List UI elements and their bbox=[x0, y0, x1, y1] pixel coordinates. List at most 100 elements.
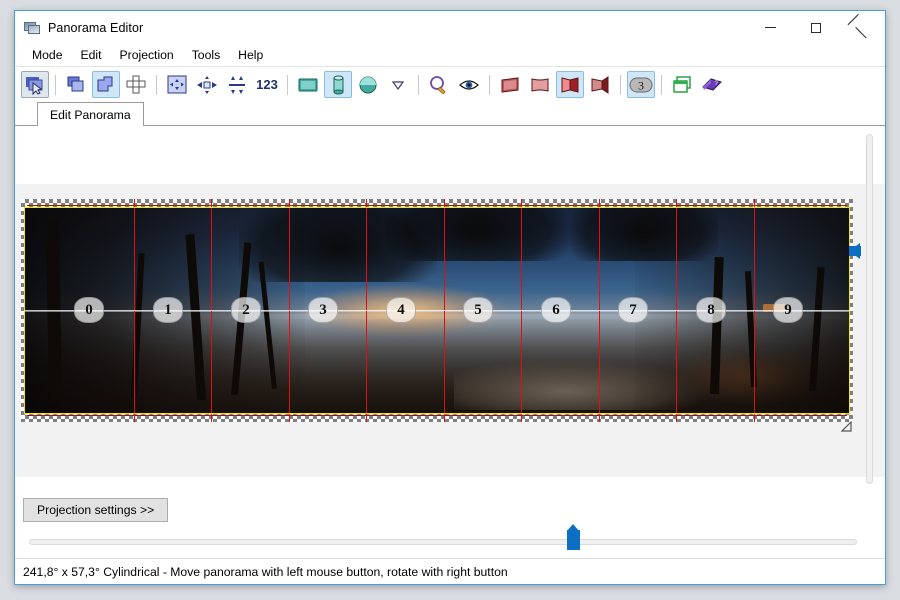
horizontal-pan-slider-thumb[interactable] bbox=[567, 524, 580, 550]
image-marker-label: 8 bbox=[707, 301, 715, 318]
screen-root: Panorama Editor Mode Edit Projection Too… bbox=[0, 0, 900, 600]
help-book-button[interactable]: ? bbox=[698, 71, 726, 98]
menu-bar: Mode Edit Projection Tools Help bbox=[15, 44, 885, 67]
window-title: Panorama Editor bbox=[48, 20, 144, 35]
fit-expand-icon bbox=[167, 75, 187, 93]
image-marker-label: 1 bbox=[164, 301, 172, 318]
panorama-frame[interactable]: 0 1 2 3 4 5 6 7 8 9 bbox=[21, 199, 853, 432]
sphere-projection-icon bbox=[359, 76, 377, 93]
numbering-tool[interactable]: 123 bbox=[253, 71, 281, 98]
status-bar-text: 241,8° x 57,3° Cylindrical - Move panora… bbox=[23, 564, 508, 579]
title-bar: Panorama Editor bbox=[15, 11, 885, 44]
new-window-button[interactable] bbox=[668, 71, 696, 98]
image-marker-4[interactable]: 4 bbox=[386, 297, 416, 323]
red-quad-fold-icon bbox=[561, 76, 579, 93]
menu-mode[interactable]: Mode bbox=[32, 46, 72, 65]
drag-mode-a[interactable] bbox=[496, 71, 524, 98]
menu-tools[interactable]: Tools bbox=[192, 46, 229, 65]
image-marker-0[interactable]: 0 bbox=[74, 297, 104, 323]
tab-edit-panorama-label: Edit Panorama bbox=[50, 107, 131, 122]
bottom-controls: Projection settings >> bbox=[15, 492, 885, 558]
projection-settings-label: Projection settings >> bbox=[37, 503, 155, 517]
drag-mode-b[interactable] bbox=[526, 71, 554, 98]
center-horizontal-icon bbox=[197, 75, 217, 94]
panorama-canvas[interactable]: 0 1 2 3 4 5 6 7 8 9 bbox=[15, 126, 885, 492]
image-marker-label: 2 bbox=[242, 301, 250, 318]
projection-spherical[interactable] bbox=[354, 71, 382, 98]
rectangle-projection-icon bbox=[298, 78, 318, 91]
projection-rectilinear[interactable] bbox=[294, 71, 322, 98]
image-marker-label: 9 bbox=[784, 301, 792, 318]
toolbar-separator bbox=[55, 74, 56, 95]
grid-count-button[interactable]: 3 bbox=[627, 71, 655, 98]
crosshair-icon bbox=[126, 75, 146, 93]
status-bar: 241,8° x 57,3° Cylindrical - Move panora… bbox=[15, 558, 885, 584]
select-arrow-tool[interactable] bbox=[21, 71, 49, 98]
toolbar-separator bbox=[418, 74, 419, 95]
tab-strip: Edit Panorama bbox=[15, 102, 885, 126]
editor-body: 0 1 2 3 4 5 6 7 8 9 Projection settings … bbox=[15, 125, 885, 584]
center-vertical-tool[interactable] bbox=[223, 71, 251, 98]
red-quad-bend-icon bbox=[591, 75, 609, 94]
image-marker-label: 0 bbox=[85, 301, 93, 318]
panorama-horizon-line bbox=[24, 310, 850, 312]
zoom-tool[interactable] bbox=[425, 71, 453, 98]
image-marker-label: 6 bbox=[552, 301, 560, 318]
projection-more-dropdown[interactable] bbox=[384, 71, 412, 98]
image-marker-1[interactable]: 1 bbox=[153, 297, 183, 323]
projection-cylindrical[interactable] bbox=[324, 71, 352, 98]
image-marker-8[interactable]: 8 bbox=[696, 297, 726, 323]
image-marker-2[interactable]: 2 bbox=[231, 297, 261, 323]
panorama-window-icon bbox=[24, 20, 40, 36]
panorama-image bbox=[24, 207, 850, 414]
rounded-3-badge-icon: 3 bbox=[629, 77, 653, 92]
image-marker-label: 7 bbox=[629, 301, 637, 318]
menu-edit[interactable]: Edit bbox=[81, 46, 111, 65]
toolbar-separator bbox=[287, 74, 288, 95]
center-vertical-icon bbox=[229, 75, 245, 94]
magnifier-icon bbox=[430, 75, 446, 94]
vertical-pan-slider[interactable] bbox=[866, 134, 873, 484]
image-marker-3[interactable]: 3 bbox=[308, 297, 338, 323]
purple-book-icon: ? bbox=[702, 77, 722, 91]
drag-mode-d[interactable] bbox=[586, 71, 614, 98]
panorama-canopy-right bbox=[569, 207, 718, 261]
center-horizontal-tool[interactable] bbox=[193, 71, 221, 98]
fit-all-tool[interactable] bbox=[163, 71, 191, 98]
toolbar-separator bbox=[620, 74, 621, 95]
maximize-button[interactable] bbox=[793, 11, 839, 44]
horizontal-pan-slider[interactable] bbox=[29, 539, 857, 545]
edit-shape-tool[interactable] bbox=[92, 71, 120, 98]
green-window-icon bbox=[673, 75, 691, 93]
layers-move-icon bbox=[67, 76, 84, 91]
drag-mode-c[interactable] bbox=[556, 71, 584, 98]
minimize-button[interactable] bbox=[747, 11, 793, 44]
eye-icon bbox=[459, 79, 479, 90]
move-images-tool[interactable] bbox=[62, 71, 90, 98]
tab-edit-panorama[interactable]: Edit Panorama bbox=[37, 102, 144, 126]
close-icon bbox=[856, 22, 868, 34]
image-marker-7[interactable]: 7 bbox=[618, 297, 648, 323]
menu-help[interactable]: Help bbox=[238, 46, 272, 65]
panorama-canopy-mid bbox=[387, 207, 570, 261]
red-quad-pillow-icon bbox=[531, 77, 549, 92]
image-marker-label: 3 bbox=[319, 301, 327, 318]
image-marker-label: 5 bbox=[474, 301, 482, 318]
image-marker-6[interactable]: 6 bbox=[541, 297, 571, 323]
toolbar-separator bbox=[661, 74, 662, 95]
minimize-icon bbox=[764, 27, 776, 28]
image-marker-label: 4 bbox=[397, 301, 405, 318]
crosshair-tool[interactable] bbox=[122, 71, 150, 98]
maximize-icon bbox=[811, 22, 821, 33]
projection-settings-button[interactable]: Projection settings >> bbox=[23, 498, 169, 522]
menu-projection[interactable]: Projection bbox=[120, 46, 183, 65]
image-marker-9[interactable]: 9 bbox=[773, 297, 803, 323]
preview-tool[interactable] bbox=[455, 71, 483, 98]
red-quad-skew-icon bbox=[501, 76, 519, 93]
vertical-pan-slider-thumb[interactable] bbox=[849, 243, 861, 259]
numbering-tool-label: 123 bbox=[256, 77, 278, 92]
toolbar-separator bbox=[489, 74, 490, 95]
toolbar-separator bbox=[156, 74, 157, 95]
image-marker-5[interactable]: 5 bbox=[463, 297, 493, 323]
close-button[interactable] bbox=[839, 11, 885, 44]
